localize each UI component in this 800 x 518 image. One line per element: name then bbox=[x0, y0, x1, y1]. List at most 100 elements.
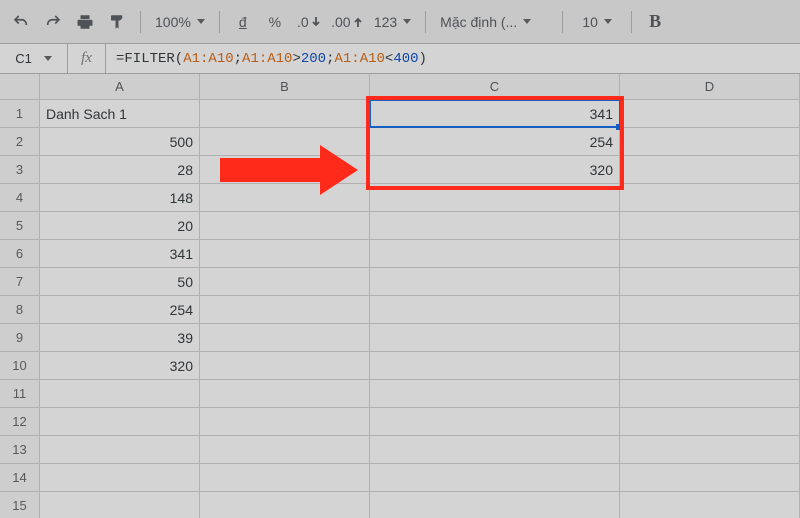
cell-A6[interactable]: 341 bbox=[40, 240, 200, 267]
cell-A4[interactable]: 148 bbox=[40, 184, 200, 211]
zoom-dropdown[interactable]: 100% bbox=[149, 8, 211, 36]
cell-C4[interactable] bbox=[370, 184, 620, 211]
row-header[interactable]: 10 bbox=[0, 352, 40, 379]
more-formats-label: 123 bbox=[374, 15, 397, 29]
row-header[interactable]: 7 bbox=[0, 268, 40, 295]
cell-B4[interactable] bbox=[200, 184, 370, 211]
cell-A11[interactable] bbox=[40, 380, 200, 407]
number-format-dropdown[interactable]: Mặc định (... bbox=[434, 8, 554, 36]
row-header[interactable]: 14 bbox=[0, 464, 40, 491]
cell-A5[interactable]: 20 bbox=[40, 212, 200, 239]
cell-C1[interactable]: 341 bbox=[370, 100, 620, 127]
bold-button[interactable]: B bbox=[640, 8, 670, 36]
row-header[interactable]: 15 bbox=[0, 492, 40, 518]
cell-C8[interactable] bbox=[370, 296, 620, 323]
cell-C2[interactable]: 254 bbox=[370, 128, 620, 155]
currency-button[interactable]: đ bbox=[228, 8, 258, 36]
toolbar-overflow[interactable] bbox=[672, 8, 680, 36]
cell-D4[interactable] bbox=[620, 184, 800, 211]
cell-C6[interactable] bbox=[370, 240, 620, 267]
print-button[interactable] bbox=[70, 8, 100, 36]
cell-C5[interactable] bbox=[370, 212, 620, 239]
row-header[interactable]: 3 bbox=[0, 156, 40, 183]
cell-A15[interactable] bbox=[40, 492, 200, 518]
cell-D2[interactable] bbox=[620, 128, 800, 155]
cell-C10[interactable] bbox=[370, 352, 620, 379]
cell-D15[interactable] bbox=[620, 492, 800, 518]
cell-B9[interactable] bbox=[200, 324, 370, 351]
decrease-decimals-button[interactable]: .0 bbox=[292, 8, 326, 36]
column-header-C[interactable]: C bbox=[370, 74, 620, 99]
name-box[interactable]: C1 bbox=[0, 44, 68, 73]
cell-B8[interactable] bbox=[200, 296, 370, 323]
cell-A12[interactable] bbox=[40, 408, 200, 435]
increase-decimals-button[interactable]: .00 bbox=[328, 8, 366, 36]
paint-format-icon bbox=[108, 13, 126, 31]
paint-format-button[interactable] bbox=[102, 8, 132, 36]
cell-A7[interactable]: 50 bbox=[40, 268, 200, 295]
spreadsheet-grid[interactable]: ABCD 1Danh Sach 134125002543283204148520… bbox=[0, 74, 800, 518]
table-row: 1Danh Sach 1 341 bbox=[0, 100, 800, 128]
cell-A2[interactable]: 500 bbox=[40, 128, 200, 155]
cell-A14[interactable] bbox=[40, 464, 200, 491]
cell-D7[interactable] bbox=[620, 268, 800, 295]
cell-D8[interactable] bbox=[620, 296, 800, 323]
cell-A8[interactable]: 254 bbox=[40, 296, 200, 323]
cell-B5[interactable] bbox=[200, 212, 370, 239]
cell-D10[interactable] bbox=[620, 352, 800, 379]
formula-input[interactable]: =FILTER(A1:A10;A1:A10>200;A1:A10<400) bbox=[106, 51, 800, 67]
cell-C9[interactable] bbox=[370, 324, 620, 351]
cell-B6[interactable] bbox=[200, 240, 370, 267]
cell-B7[interactable] bbox=[200, 268, 370, 295]
undo-button[interactable] bbox=[6, 8, 36, 36]
cell-B13[interactable] bbox=[200, 436, 370, 463]
cell-D1[interactable] bbox=[620, 100, 800, 127]
cell-D5[interactable] bbox=[620, 212, 800, 239]
row-header[interactable]: 5 bbox=[0, 212, 40, 239]
cell-A1[interactable]: Danh Sach 1 bbox=[40, 100, 200, 127]
cell-C11[interactable] bbox=[370, 380, 620, 407]
cell-C13[interactable] bbox=[370, 436, 620, 463]
cell-C7[interactable] bbox=[370, 268, 620, 295]
cell-A13[interactable] bbox=[40, 436, 200, 463]
cell-C14[interactable] bbox=[370, 464, 620, 491]
cell-B3[interactable] bbox=[200, 156, 370, 183]
cell-A9[interactable]: 39 bbox=[40, 324, 200, 351]
cell-B15[interactable] bbox=[200, 492, 370, 518]
cell-D12[interactable] bbox=[620, 408, 800, 435]
cell-C12[interactable] bbox=[370, 408, 620, 435]
cell-C15[interactable] bbox=[370, 492, 620, 518]
row-header[interactable]: 1 bbox=[0, 100, 40, 127]
redo-button[interactable] bbox=[38, 8, 68, 36]
row-header[interactable]: 8 bbox=[0, 296, 40, 323]
cell-D3[interactable] bbox=[620, 156, 800, 183]
cell-B14[interactable] bbox=[200, 464, 370, 491]
cell-D13[interactable] bbox=[620, 436, 800, 463]
font-size-dropdown[interactable]: 10 bbox=[571, 8, 623, 36]
select-all-corner[interactable] bbox=[0, 74, 40, 99]
cell-D14[interactable] bbox=[620, 464, 800, 491]
row-header[interactable]: 11 bbox=[0, 380, 40, 407]
column-header-B[interactable]: B bbox=[200, 74, 370, 99]
cell-B1[interactable] bbox=[200, 100, 370, 127]
cell-D11[interactable] bbox=[620, 380, 800, 407]
row-header[interactable]: 4 bbox=[0, 184, 40, 211]
cell-B10[interactable] bbox=[200, 352, 370, 379]
cell-D9[interactable] bbox=[620, 324, 800, 351]
row-header[interactable]: 9 bbox=[0, 324, 40, 351]
cell-A3[interactable]: 28 bbox=[40, 156, 200, 183]
row-header[interactable]: 12 bbox=[0, 408, 40, 435]
row-header[interactable]: 6 bbox=[0, 240, 40, 267]
more-formats-dropdown[interactable]: 123 bbox=[368, 8, 417, 36]
row-header[interactable]: 13 bbox=[0, 436, 40, 463]
cell-B11[interactable] bbox=[200, 380, 370, 407]
column-header-D[interactable]: D bbox=[620, 74, 800, 99]
column-header-A[interactable]: A bbox=[40, 74, 200, 99]
cell-A10[interactable]: 320 bbox=[40, 352, 200, 379]
percent-button[interactable]: % bbox=[260, 8, 290, 36]
cell-C3[interactable]: 320 bbox=[370, 156, 620, 183]
cell-D6[interactable] bbox=[620, 240, 800, 267]
cell-B12[interactable] bbox=[200, 408, 370, 435]
row-header[interactable]: 2 bbox=[0, 128, 40, 155]
cell-B2[interactable] bbox=[200, 128, 370, 155]
